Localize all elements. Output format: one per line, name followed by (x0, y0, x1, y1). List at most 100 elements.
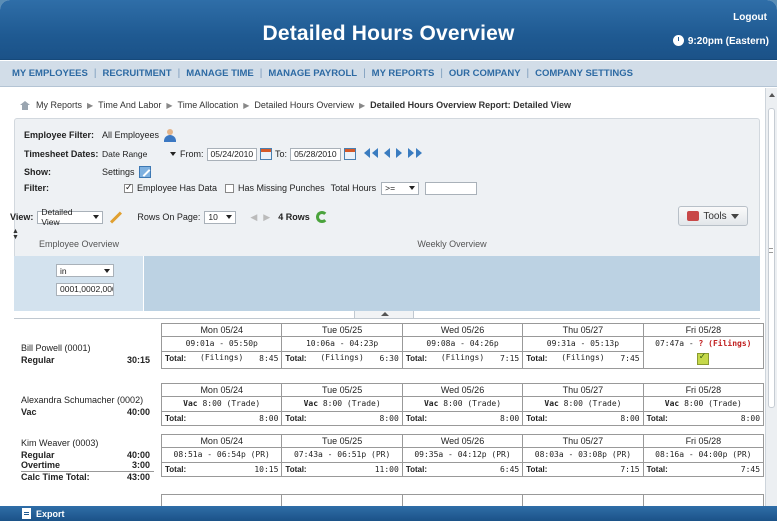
next-page-button[interactable]: ▶ (263, 212, 270, 223)
missing-punch[interactable]: ? (Filings) (699, 339, 752, 348)
nav-manage-time[interactable]: MANAGE TIME (186, 68, 254, 79)
vac-hours: 8:00 (Trade) (563, 399, 622, 408)
from-date-input[interactable]: 05/24/2010 (206, 147, 258, 161)
calendar-icon[interactable] (343, 148, 356, 160)
punch-entry[interactable]: Vac 8:00 (Trade) (644, 397, 763, 411)
punch-entry[interactable]: 09:31a - 05:13p (Filings) (523, 337, 642, 362)
view-label: View: (10, 212, 34, 222)
prev-period-button[interactable] (383, 148, 391, 160)
punch-entry[interactable]: 10:06a - 04:23p (Filings) (282, 337, 401, 362)
settings-link[interactable]: Settings (102, 167, 135, 177)
column-employee-overview[interactable]: Employee Overview (14, 239, 144, 255)
first-period-button[interactable] (363, 148, 379, 160)
export-icon[interactable] (22, 508, 31, 519)
punch-entry[interactable]: 07:47a - ? (Filings) (644, 337, 763, 351)
day-total: Total: 8:00 (643, 411, 764, 425)
total-value: 11:00 (374, 465, 399, 474)
panel-splitter[interactable] (14, 311, 760, 319)
breadcrumb-detailed-hours[interactable]: Detailed Hours Overview (254, 100, 354, 110)
edit-settings-icon[interactable] (138, 166, 151, 178)
total-value: 7:45 (620, 354, 640, 363)
next-period-button[interactable] (395, 148, 403, 160)
column-filter-operator-select[interactable]: in (56, 264, 114, 277)
day-total: Total: 10:15 (162, 462, 282, 476)
day-cell: Mon 05/24 08:51a - 06:54p (PR) Total: 10:… (161, 434, 283, 477)
total-hours-label: Total Hours (330, 183, 377, 193)
nav-company-settings[interactable]: COMPANY SETTINGS (535, 68, 633, 79)
time-text: 9:20pm (Eastern) (687, 36, 769, 47)
breadcrumb-time-and-labor[interactable]: Time And Labor (98, 100, 161, 110)
day-header: Tue 05/25 (282, 324, 402, 337)
view-select[interactable]: Detailed View (37, 207, 104, 227)
approve-icon[interactable] (697, 351, 710, 365)
punch-entry[interactable]: 07:43a - 06:51p (PR) (282, 448, 401, 462)
has-missing-punches-checkbox[interactable] (225, 183, 235, 193)
current-time: 9:20pm (Eastern) (672, 35, 769, 47)
refresh-icon[interactable] (315, 211, 328, 223)
day-header: Wed 05/26 (402, 384, 523, 397)
breadcrumb-time-allocation[interactable]: Time Allocation (178, 100, 239, 110)
punch-entry[interactable]: Vac 8:00 (Trade) (523, 397, 642, 411)
employee-name[interactable]: Kim Weaver (0003) (21, 438, 154, 448)
vertical-scrollbar[interactable] (765, 88, 777, 506)
day-total: Total: 8:00 (162, 411, 282, 425)
day-cell: Thu 05/27 Vac 8:00 (Trade) Total: 8:00 (523, 383, 644, 426)
collapse-toggle-icon[interactable] (354, 311, 414, 319)
date-mode-select[interactable]: Date Range (102, 148, 176, 161)
total-hours-input[interactable] (425, 181, 478, 195)
breadcrumb-my-reports[interactable]: My Reports (36, 100, 82, 110)
nav-my-reports[interactable]: MY REPORTS (372, 68, 435, 79)
to-date-input[interactable]: 05/28/2010 (290, 147, 341, 161)
day-total: Total: 11:00 (282, 462, 402, 476)
vac-hours: 8:00 (Trade) (322, 399, 381, 408)
day-cell: Mon 05/24 09:01a - 05:50p (Filings) Tota… (161, 323, 283, 369)
punch-entry[interactable]: 09:35a - 04:12p (PR) (403, 448, 522, 462)
main-content: My Reports ▶ Time And Labor ▶ Time Allocat… (0, 88, 765, 506)
home-icon[interactable] (20, 100, 30, 110)
logout-link[interactable]: Logout (733, 12, 767, 23)
nav-our-company[interactable]: OUR COMPANY (449, 68, 521, 79)
punch-entry[interactable]: Vac 8:00 (Trade) (403, 397, 522, 411)
employee-summary: Alexandra Schumacher (0002) Vac 40:00 (14, 395, 154, 417)
scroll-up-icon[interactable] (769, 93, 775, 97)
chevron-down-icon (226, 215, 233, 219)
export-button[interactable]: Export (36, 509, 65, 519)
user-picker-icon[interactable] (163, 128, 177, 142)
nav-separator: | (363, 68, 366, 79)
punch-entry[interactable]: Vac 8:00 (Trade) (282, 397, 401, 411)
edit-view-icon[interactable] (110, 210, 123, 224)
day-cell: Fri 05/28 Vac 8:00 (Trade) Total: 8:00 (643, 383, 765, 426)
punch-entry[interactable]: 09:01a - 05:50p (Filings) (162, 337, 281, 362)
nav-recruitment[interactable]: RECRUITMENT (102, 68, 171, 79)
scrollbar-thumb[interactable] (768, 108, 775, 408)
chevron-right-icon: ▶ (358, 100, 366, 110)
clock-icon (672, 35, 684, 46)
total-hours-operator-select[interactable]: >= (381, 181, 420, 195)
employee-name[interactable]: Bill Powell (0001) (21, 343, 154, 353)
column-weekly-overview[interactable]: Weekly Overview (144, 239, 760, 255)
hours-type: Overtime (21, 460, 61, 470)
rows-on-page-select[interactable]: 10 (204, 210, 237, 224)
nav-my-employees[interactable]: MY EMPLOYEES (12, 68, 88, 79)
employee-has-data-checkbox[interactable] (124, 182, 133, 193)
punch-entry[interactable]: 08:03a - 03:08p (PR) (523, 448, 642, 462)
last-period-button[interactable] (407, 148, 423, 160)
day-total: Total: 8:00 (402, 411, 523, 425)
calendar-icon[interactable] (260, 148, 273, 160)
chevron-down-icon (170, 152, 176, 156)
punch-entry[interactable]: 09:08a - 04:26p (Filings) (403, 337, 522, 362)
employee-name[interactable]: Alexandra Schumacher (0002) (21, 395, 154, 405)
prev-page-button[interactable]: ◀ (250, 212, 257, 223)
punch-entry[interactable]: Vac 8:00 (Trade) (162, 397, 281, 411)
nav-manage-payroll[interactable]: MANAGE PAYROLL (268, 68, 357, 79)
punch-entry[interactable]: 08:51a - 06:54p (PR) (162, 448, 281, 462)
hours-total-line: Calc Time Total: 43:00 (21, 471, 154, 482)
hours-line: Regular 40:00 (21, 450, 154, 460)
right-arrow-icon (395, 148, 402, 158)
column-filter-ids-input[interactable]: 0001,0002,0003 (56, 283, 114, 296)
day-total: Total: 7:45 (643, 462, 764, 476)
tools-button[interactable]: Tools (678, 206, 748, 226)
punch-entry[interactable]: 08:16a - 04:00p (PR) (644, 448, 763, 462)
employee-summary: Kim Weaver (0003) Regular 40:00 Overtime 3… (14, 438, 154, 482)
day-total: Total: 8:00 (282, 411, 402, 425)
